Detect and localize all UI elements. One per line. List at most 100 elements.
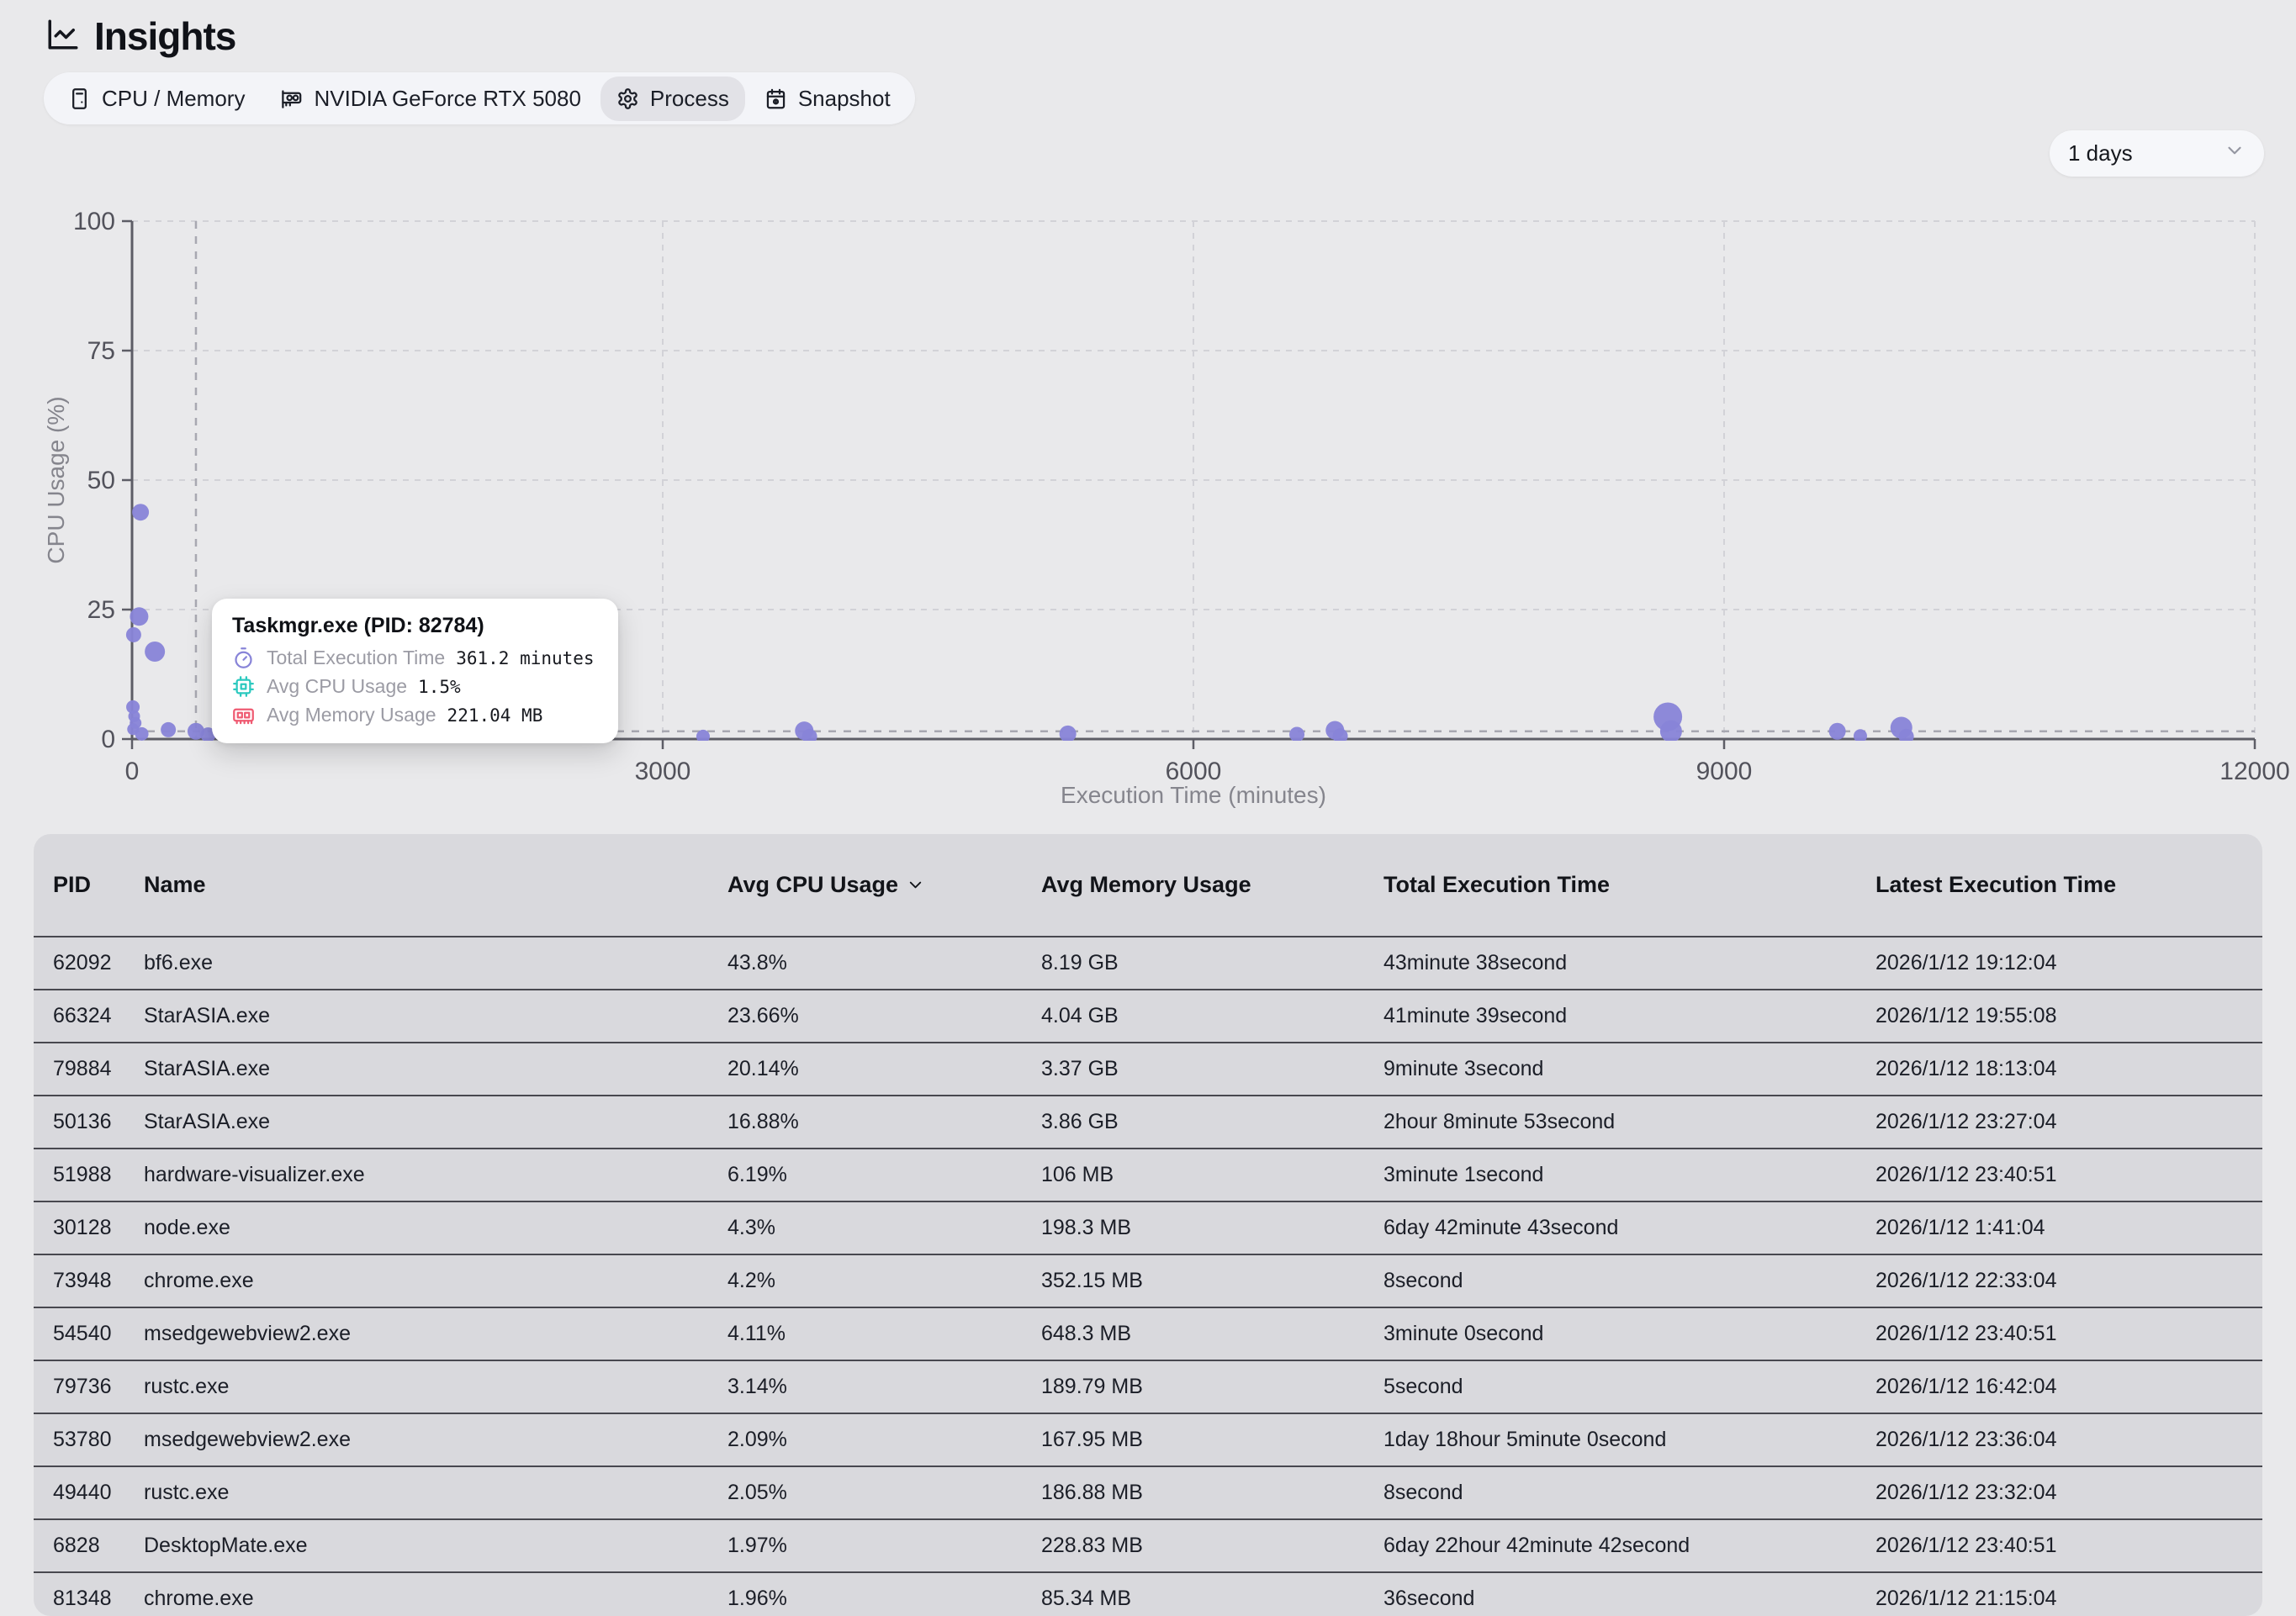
scatter-point[interactable] (1854, 729, 1867, 742)
column-header-latest-execution-time[interactable]: Latest Execution Time (1875, 872, 2262, 898)
x-tick-label: 9000 (1696, 758, 1753, 785)
column-label: Latest Execution Time (1875, 872, 2116, 898)
table-cell: 2026/1/12 23:40:51 (1875, 1534, 2262, 1558)
x-tick-label: 0 (125, 758, 140, 785)
table-row[interactable]: 6828DesktopMate.exe1.97%228.83 MB6day 22… (34, 1518, 2262, 1571)
scatter-point[interactable] (1829, 723, 1846, 740)
table-row[interactable]: 79884StarASIA.exe20.14%3.37 GB9minute 3s… (34, 1042, 2262, 1095)
column-label: Name (144, 872, 206, 898)
table-cell: 54540 (53, 1322, 144, 1346)
scatter-point[interactable] (1899, 729, 1914, 744)
scatter-point[interactable] (1060, 726, 1077, 742)
table-cell: 2026/1/12 23:27:04 (1875, 1110, 2262, 1134)
table-cell: node.exe (144, 1216, 727, 1240)
scatter-point[interactable] (802, 729, 817, 744)
table-cell: 79884 (53, 1057, 144, 1081)
table-row[interactable]: 30128node.exe4.3%198.3 MB6day 42minute 4… (34, 1201, 2262, 1254)
table-cell: chrome.exe (144, 1587, 727, 1611)
table-cell: 9minute 3second (1383, 1057, 1875, 1081)
scatter-point[interactable] (696, 730, 710, 743)
table-cell: 352.15 MB (1041, 1269, 1383, 1293)
table-cell: 4.2% (727, 1269, 1041, 1293)
table-cell: 4.11% (727, 1322, 1041, 1346)
table-cell: 2hour 8minute 53second (1383, 1110, 1875, 1134)
table-cell: 6day 22hour 42minute 42second (1383, 1534, 1875, 1558)
table-row[interactable]: 54540msedgewebview2.exe4.11%648.3 MB3min… (34, 1307, 2262, 1360)
table-row[interactable]: 79736rustc.exe3.14%189.79 MB5second2026/… (34, 1360, 2262, 1413)
x-axis-title: Execution Time (minutes) (1061, 782, 1326, 808)
scatter-point[interactable] (130, 607, 148, 626)
table-cell: msedgewebview2.exe (144, 1322, 727, 1346)
y-axis-title: CPU Usage (%) (43, 396, 69, 563)
table-row[interactable]: 50136StarASIA.exe16.88%3.86 GB2hour 8min… (34, 1095, 2262, 1148)
table-cell: 41minute 39second (1383, 1004, 1875, 1028)
process-table: PID Name Avg CPU Usage Avg Memory Usage Tota… (34, 834, 2262, 1616)
scatter-point[interactable] (161, 722, 176, 737)
scatter-point[interactable] (1289, 726, 1304, 742)
table-cell: 1day 18hour 5minute 0second (1383, 1428, 1875, 1452)
tooltip-label: Avg Memory Usage (267, 704, 436, 726)
table-cell: 1.97% (727, 1534, 1041, 1558)
table-cell: bf6.exe (144, 951, 727, 975)
table-cell: 2026/1/12 19:55:08 (1875, 1004, 2262, 1028)
scatter-point[interactable] (135, 727, 149, 741)
table-cell: 8second (1383, 1269, 1875, 1293)
tooltip-row: Avg CPU Usage 1.5% (232, 675, 595, 698)
table-cell: 36second (1383, 1587, 1875, 1611)
table-cell: StarASIA.exe (144, 1057, 727, 1081)
table-cell: 30128 (53, 1216, 144, 1240)
table-cell: 16.88% (727, 1110, 1041, 1134)
scatter-point[interactable] (126, 627, 141, 642)
scatter-point[interactable] (145, 642, 165, 662)
table-cell: 6828 (53, 1534, 144, 1558)
column-header-total-execution-time[interactable]: Total Execution Time (1383, 872, 1875, 898)
table-cell: 49440 (53, 1481, 144, 1505)
column-label: Total Execution Time (1383, 872, 1610, 898)
table-cell: 8second (1383, 1481, 1875, 1505)
table-cell: 50136 (53, 1110, 144, 1134)
table-cell: 4.04 GB (1041, 1004, 1383, 1028)
table-row[interactable]: 81348chrome.exe1.96%85.34 MB36second2026… (34, 1571, 2262, 1616)
table-row[interactable]: 51988hardware-visualizer.exe6.19%106 MB3… (34, 1148, 2262, 1201)
timer-icon (232, 647, 255, 669)
column-label: PID (53, 872, 91, 898)
table-cell: StarASIA.exe (144, 1004, 727, 1028)
column-header-avg-cpu-usage[interactable]: Avg CPU Usage (727, 872, 1041, 898)
chart-tooltip: Taskmgr.exe (PID: 82784) Total Execution… (212, 599, 618, 743)
scatter-point[interactable] (1333, 728, 1348, 743)
table-cell: 2026/1/12 18:13:04 (1875, 1057, 2262, 1081)
table-cell: StarASIA.exe (144, 1110, 727, 1134)
column-header-avg-memory-usage[interactable]: Avg Memory Usage (1041, 872, 1383, 898)
table-cell: 5second (1383, 1375, 1875, 1399)
table-cell: 3.86 GB (1041, 1110, 1383, 1134)
table-cell: 2.09% (727, 1428, 1041, 1452)
scatter-point[interactable] (132, 504, 149, 520)
x-tick-label: 3000 (635, 758, 691, 785)
table-row[interactable]: 62092bf6.exe43.8%8.19 GB43minute 38secon… (34, 936, 2262, 989)
table-cell: 20.14% (727, 1057, 1041, 1081)
y-tick-label: 0 (101, 726, 115, 753)
table-row[interactable]: 73948chrome.exe4.2%352.15 MB8second2026/… (34, 1254, 2262, 1307)
column-label: Avg Memory Usage (1041, 872, 1251, 898)
table-cell: 6.19% (727, 1163, 1041, 1187)
tooltip-value: 1.5% (418, 677, 461, 697)
table-cell: msedgewebview2.exe (144, 1428, 727, 1452)
table-cell: 85.34 MB (1041, 1587, 1383, 1611)
x-tick-label: 12000 (2219, 758, 2289, 785)
table-cell: 2026/1/12 16:42:04 (1875, 1375, 2262, 1399)
table-cell: 167.95 MB (1041, 1428, 1383, 1452)
table-cell: 2026/1/12 23:40:51 (1875, 1322, 2262, 1346)
column-header-pid[interactable]: PID (53, 872, 144, 898)
table-row[interactable]: 49440rustc.exe2.05%186.88 MB8second2026/… (34, 1465, 2262, 1518)
table-cell: 2026/1/12 23:32:04 (1875, 1481, 2262, 1505)
table-cell: 189.79 MB (1041, 1375, 1383, 1399)
table-cell: 3minute 0second (1383, 1322, 1875, 1346)
table-cell: chrome.exe (144, 1269, 727, 1293)
column-label: Avg CPU Usage (727, 872, 898, 898)
table-row[interactable]: 66324StarASIA.exe23.66%4.04 GB41minute 3… (34, 989, 2262, 1042)
scatter-point[interactable] (1660, 721, 1682, 742)
table-cell: 648.3 MB (1041, 1322, 1383, 1346)
y-tick-label: 100 (73, 208, 115, 235)
table-row[interactable]: 53780msedgewebview2.exe2.09%167.95 MB1da… (34, 1413, 2262, 1465)
column-header-name[interactable]: Name (144, 872, 727, 898)
